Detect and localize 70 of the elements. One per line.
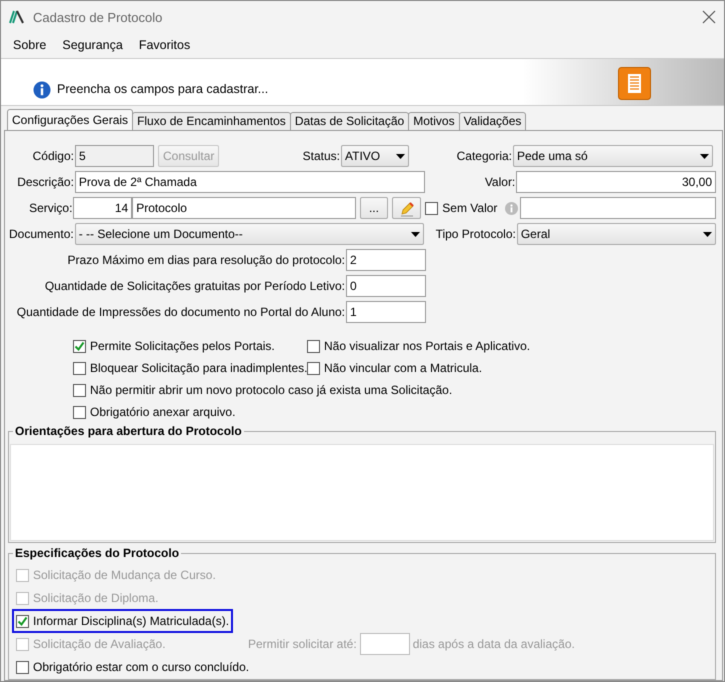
tab[interactable]: Motivos	[408, 112, 460, 130]
checkbox-label: Obrigatório estar com o curso concluído.	[33, 659, 250, 676]
number-field[interactable]: 2	[346, 249, 426, 271]
field-label: Quantidade de Solicitações gratuitas por Período Letivo:	[44, 278, 346, 295]
checkbox-label: Informar Disciplina(s) Matriculada(s).	[33, 613, 230, 630]
description-field[interactable]: Prova de 2ª Chamada	[74, 171, 426, 193]
tab[interactable]: Configurações Gerais	[7, 109, 134, 130]
value-field[interactable]: 30,00	[516, 171, 716, 193]
group-title: Especificações do Protocolo	[13, 546, 182, 560]
pencil-icon	[398, 200, 415, 217]
checkbox[interactable]	[425, 202, 438, 214]
checkbox-label: Solicitação de Mudança de Curso.	[33, 567, 216, 584]
field-label: Tipo Protocolo:	[434, 226, 517, 243]
checkbox-label: Permite Solicitações pelos Portais.	[90, 338, 275, 355]
app-logo-icon	[9, 10, 25, 24]
checkbox[interactable]	[307, 340, 320, 352]
caret-icon	[703, 232, 712, 236]
field-label: Quantidade de Impressões do documento no Portal do Aluno:	[16, 304, 346, 321]
text-field[interactable]	[520, 197, 716, 219]
field-label: Status:	[302, 148, 341, 165]
menu-item[interactable]: Sobre	[13, 36, 46, 56]
number-field[interactable]: 0	[346, 275, 426, 297]
info-message: Preencha os campos para cadastrar...	[57, 81, 268, 98]
checkbox-label: Não visualizar nos Portais e Aplicativo.	[324, 338, 530, 355]
checkbox[interactable]	[16, 614, 29, 628]
category-dropdown[interactable]: Pede uma só	[513, 145, 713, 167]
checkbox[interactable]	[73, 406, 86, 418]
checkbox-label: Bloquear Solicitação para inadimplentes.	[90, 360, 308, 377]
checkbox[interactable]	[73, 340, 86, 352]
checkbox-label: Não permitir abrir um novo protocolo caso já exista uma Solicitação.	[90, 382, 452, 399]
window-title: Cadastro de Protocolo	[33, 8, 162, 27]
field-label: Valor:	[484, 174, 516, 191]
code-field[interactable]: 5	[75, 145, 154, 167]
checkbox[interactable]	[73, 384, 86, 396]
checkbox-label: Solicitação de Diploma.	[33, 590, 158, 607]
document-dropdown[interactable]: - -- Selecione um Documento--	[74, 223, 424, 245]
tab[interactable]: Fluxo de Encaminhamentos	[132, 112, 291, 130]
caret-icon	[396, 154, 405, 158]
group-title: Orientações para abertura do Protocolo	[13, 424, 244, 438]
number-field[interactable]: 1	[346, 301, 426, 323]
document-icon[interactable]	[618, 66, 651, 100]
checkbox-label: Obrigatório anexar arquivo.	[90, 404, 236, 421]
service-name-field[interactable]: Protocolo	[132, 197, 356, 219]
checkbox[interactable]	[16, 660, 29, 674]
service-code-field[interactable]: 14	[73, 197, 132, 219]
field-label: Código:	[32, 148, 75, 165]
field-label: Serviço:	[28, 200, 74, 217]
status-dropdown[interactable]: ATIVO	[341, 145, 409, 167]
checkbox-label: Solicitação de Avaliação.	[33, 636, 166, 653]
info-icon	[505, 202, 518, 214]
checkbox-label: Sem Valor	[442, 200, 498, 217]
field-label: Documento:	[8, 226, 75, 243]
tab[interactable]: Validações	[458, 112, 526, 130]
info-icon	[33, 80, 51, 99]
menu-item[interactable]: Segurança	[62, 36, 123, 56]
field-label: Categoria:	[456, 148, 513, 165]
checkbox-label: Não vincular com a Matricula.	[324, 360, 482, 377]
menu-item[interactable]: Favoritos	[138, 36, 190, 56]
close-icon[interactable]	[702, 10, 716, 24]
field-label: Descrição:	[16, 174, 75, 191]
protocol-type-dropdown[interactable]: Geral	[516, 223, 716, 245]
tab[interactable]: Datas de Solicitação	[290, 112, 410, 130]
checkbox[interactable]	[73, 362, 86, 374]
field-label: Prazo Máximo em dias para resolução do protocolo:	[66, 252, 346, 269]
checkbox[interactable]	[307, 362, 320, 374]
field-label: dias após a data da avaliação.	[412, 636, 575, 653]
browse-button[interactable]: ...	[360, 197, 388, 219]
caret-icon	[700, 154, 709, 158]
caret-icon	[411, 232, 420, 236]
field-label: Permitir solicitar até:	[248, 636, 357, 653]
